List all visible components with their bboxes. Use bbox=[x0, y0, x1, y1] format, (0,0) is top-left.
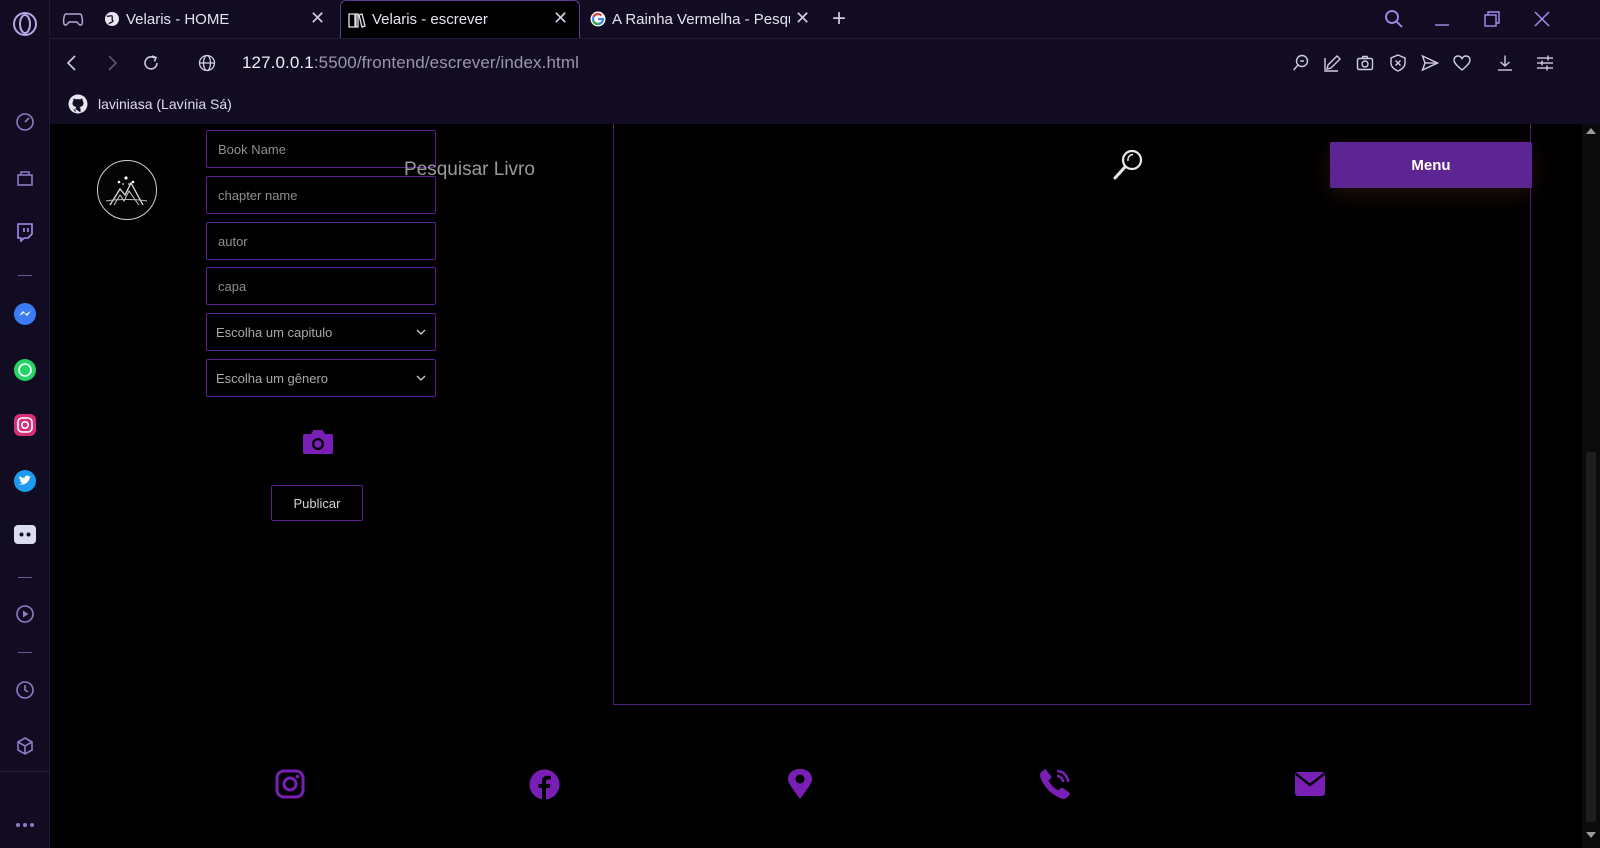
forward-icon[interactable] bbox=[100, 51, 124, 75]
cover-input[interactable] bbox=[206, 267, 436, 305]
new-tab-icon[interactable]: + bbox=[832, 5, 846, 33]
restore-icon[interactable] bbox=[1484, 0, 1500, 38]
tab-title: Velaris - escrever bbox=[372, 11, 488, 28]
site-logo[interactable] bbox=[97, 160, 157, 220]
genre-select-value: Escolha um gênero bbox=[216, 370, 329, 386]
instagram-icon[interactable] bbox=[12, 412, 38, 438]
search-tabs-icon[interactable] bbox=[1384, 0, 1404, 38]
url-path: :5500/frontend/escrever/index.html bbox=[313, 53, 579, 72]
minimize-icon[interactable] bbox=[1434, 0, 1450, 38]
genre-select[interactable]: Escolha um gênero bbox=[206, 359, 436, 397]
bookmark-label: laviniasa (Lavínia Sá) bbox=[98, 96, 232, 112]
window-close-icon[interactable] bbox=[1534, 0, 1550, 38]
reload-icon[interactable] bbox=[139, 51, 163, 75]
easy-setup-icon[interactable] bbox=[1534, 52, 1556, 74]
send-icon[interactable] bbox=[1419, 52, 1441, 74]
more-icon[interactable] bbox=[12, 812, 38, 838]
book-icon bbox=[348, 12, 366, 28]
discord-icon[interactable] bbox=[12, 522, 38, 548]
close-icon[interactable]: ✕ bbox=[553, 8, 568, 29]
extensions-icon[interactable] bbox=[12, 733, 38, 759]
site-info-icon[interactable] bbox=[195, 51, 219, 75]
shopping-icon[interactable] bbox=[12, 165, 38, 191]
bookmark-github[interactable]: laviniasa (Lavínia Sá) bbox=[68, 94, 232, 114]
phone-icon[interactable] bbox=[1039, 768, 1071, 800]
scroll-down-icon[interactable] bbox=[1586, 832, 1596, 838]
url-text[interactable]: 127.0.0.1:5500/frontend/escrever/index.h… bbox=[242, 53, 579, 73]
search-book-label[interactable]: Pesquisar Livro bbox=[404, 159, 535, 181]
google-icon bbox=[590, 11, 606, 27]
history-icon[interactable] bbox=[12, 677, 38, 703]
mountain-logo-icon bbox=[105, 176, 148, 206]
heart-icon[interactable] bbox=[1451, 52, 1473, 74]
tab-bar: Velaris - HOME ✕ Velaris - escrever ✕ A … bbox=[50, 0, 1600, 38]
camera-icon[interactable] bbox=[302, 428, 334, 456]
bookmarks-bar: laviniasa (Lavínia Sá) bbox=[50, 86, 1600, 124]
player-icon[interactable] bbox=[12, 601, 38, 627]
tab-title: Velaris - HOME bbox=[126, 10, 230, 28]
text-editor-area[interactable] bbox=[613, 124, 1531, 705]
globe-icon bbox=[104, 11, 120, 27]
tab-velaris-escrever[interactable]: Velaris - escrever bbox=[340, 0, 580, 38]
opera-logo-icon[interactable] bbox=[12, 11, 38, 37]
sidebar-divider bbox=[0, 771, 50, 772]
close-icon[interactable]: ✕ bbox=[795, 8, 810, 29]
url-host: 127.0.0.1 bbox=[242, 53, 314, 72]
menu-button[interactable]: Menu bbox=[1330, 142, 1532, 188]
tab-title: A Rainha Vermelha - Pesqu bbox=[612, 10, 790, 28]
snapshot-icon[interactable] bbox=[1354, 52, 1376, 74]
location-pin-icon[interactable] bbox=[784, 768, 816, 800]
twitter-icon[interactable] bbox=[12, 468, 38, 494]
author-input[interactable] bbox=[206, 222, 436, 260]
scroll-up-icon[interactable] bbox=[1586, 128, 1596, 134]
address-bar: 127.0.0.1:5500/frontend/escrever/index.h… bbox=[50, 38, 1600, 86]
gaming-tab-icon[interactable] bbox=[62, 0, 84, 38]
page-viewport: Pesquisar Livro Escolha um capitulo Esco… bbox=[50, 124, 1600, 848]
facebook-icon[interactable] bbox=[528, 768, 560, 800]
chapter-name-input[interactable] bbox=[206, 176, 436, 214]
adblock-icon[interactable] bbox=[1387, 52, 1409, 74]
sidebar-divider bbox=[18, 652, 32, 653]
tab-rainha-vermelha[interactable]: A Rainha Vermelha - Pesqu bbox=[590, 0, 816, 38]
messenger-icon[interactable] bbox=[12, 301, 38, 327]
instagram-icon[interactable] bbox=[274, 768, 306, 800]
sidebar-divider bbox=[18, 577, 32, 578]
sidebar-divider bbox=[18, 275, 32, 276]
github-icon bbox=[68, 94, 88, 114]
chevron-down-icon bbox=[416, 329, 426, 335]
chapter-select-value: Escolha um capitulo bbox=[216, 324, 333, 340]
book-name-input[interactable] bbox=[206, 130, 436, 168]
whatsapp-icon[interactable] bbox=[12, 357, 38, 383]
browser-sidebar bbox=[0, 0, 50, 848]
twitch-icon[interactable] bbox=[12, 219, 38, 245]
chapter-select[interactable]: Escolha um capitulo bbox=[206, 313, 436, 351]
scrollbar-thumb[interactable] bbox=[1586, 452, 1596, 822]
tab-velaris-home[interactable]: Velaris - HOME bbox=[104, 0, 338, 38]
speed-dial-icon[interactable] bbox=[12, 109, 38, 135]
zoom-icon[interactable] bbox=[1290, 52, 1312, 74]
mail-icon[interactable] bbox=[1294, 768, 1326, 800]
edit-icon[interactable] bbox=[1322, 52, 1344, 74]
back-icon[interactable] bbox=[60, 51, 84, 75]
page-scrollbar[interactable] bbox=[1582, 124, 1600, 848]
search-icon[interactable] bbox=[1112, 148, 1144, 182]
chevron-down-icon bbox=[416, 375, 426, 381]
close-icon[interactable]: ✕ bbox=[310, 8, 325, 29]
download-icon[interactable] bbox=[1494, 52, 1516, 74]
publish-button[interactable]: Publicar bbox=[271, 485, 363, 521]
